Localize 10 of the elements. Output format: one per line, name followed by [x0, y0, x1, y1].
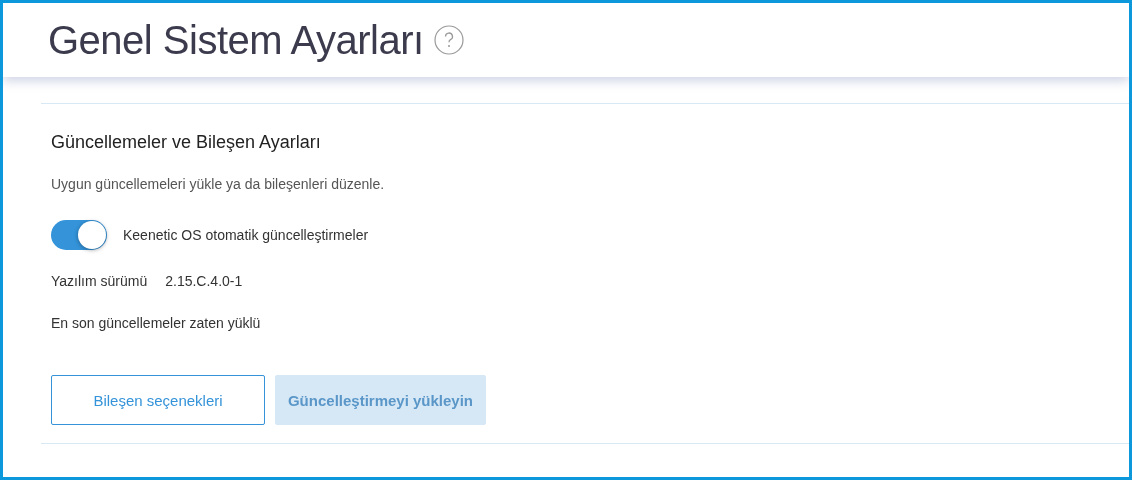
section-title: Güncellemeler ve Bileşen Ayarları — [51, 132, 321, 153]
options-button[interactable]: Bileşen seçenekleri — [51, 375, 265, 425]
help-icon[interactable] — [433, 25, 464, 55]
page-title: Genel Sistem Ayarları — [48, 17, 424, 63]
toggle-label: Keenetic OS otomatik güncelleştirmeler — [123, 227, 369, 243]
field-label: Yazılım sürümü — [51, 273, 148, 289]
toggle-switch[interactable] — [51, 220, 107, 250]
field-value: 2.15.C.4.0-1 — [165, 273, 243, 289]
section-description: Uygun güncellemeleri yükle ya da bileşenleri düzenle. — [51, 176, 385, 192]
status-text: En son güncellemeler zaten yüklü — [51, 315, 261, 331]
